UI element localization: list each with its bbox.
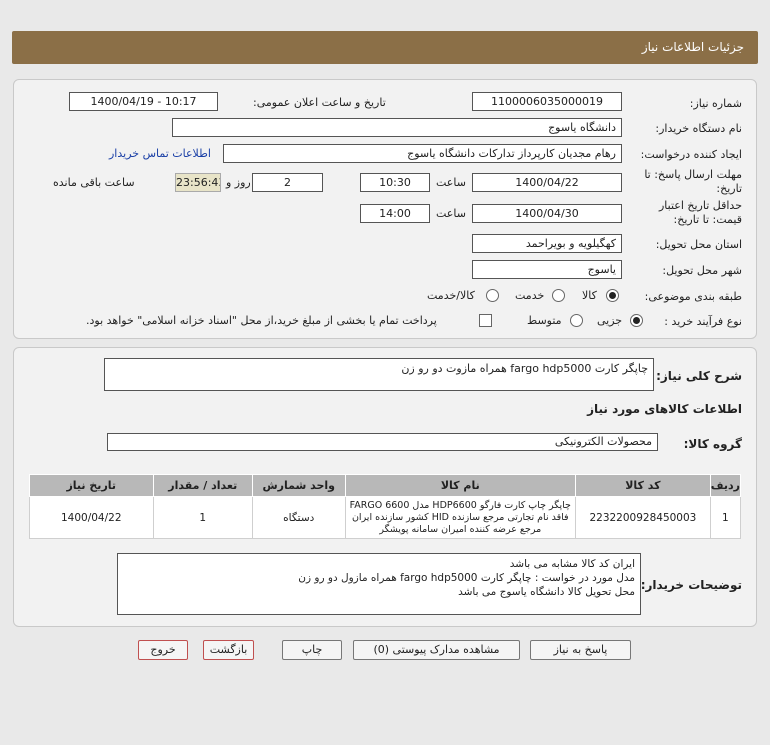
- cell-date: 1400/04/22: [29, 496, 154, 539]
- process-option-medium: متوسط: [527, 314, 562, 327]
- summary-field: چاپگر کارت fargo hdp5000 همراه مازوت دو …: [104, 358, 654, 391]
- remaining-label: ساعت باقی مانده: [53, 176, 135, 189]
- category-option-service: خدمت: [515, 289, 545, 302]
- payment-note: پرداخت تمام یا بخشی از مبلغ خرید،از محل …: [86, 314, 437, 327]
- category-radio-service[interactable]: [552, 289, 565, 302]
- col-date: تاریخ نیاز: [29, 474, 154, 497]
- process-option-minor: جزیی: [597, 314, 623, 327]
- cell-row: 1: [709, 496, 742, 539]
- cell-code: 2232200928450003: [575, 496, 711, 539]
- province-field: کهگیلویه و بویراحمد: [472, 234, 622, 253]
- announce-field: 1400/04/19 - 10:17: [69, 92, 218, 111]
- notes-line-2: مدل مورد در خواست : چاپگر کارت fargo hdp…: [298, 572, 635, 584]
- category-option-both: کالا/خدمت: [427, 289, 475, 302]
- city-field: یاسوج: [472, 260, 622, 279]
- table-row: 1 2232200928450003 چاپگر چاپ کارت فارگو …: [29, 496, 742, 539]
- col-code: کد کالا: [575, 474, 711, 497]
- notes-box: ایران کد کالا مشابه می باشد مدل مورد در …: [117, 553, 641, 615]
- validity-label: حداقل تاریخ اعتبار قیمت: تا تاریخ:: [658, 199, 742, 226]
- need-number-label: شماره نیاز:: [689, 97, 742, 110]
- buyer-org-field: دانشگاه یاسوج: [172, 118, 622, 137]
- buyer-org-label: نام دستگاه خریدار:: [655, 122, 742, 135]
- notes-line-3: محل تحویل کالا دانشگاه یاسوج می باشد: [458, 586, 635, 598]
- province-label: استان محل تحویل:: [655, 238, 742, 251]
- goods-table: ردیف کد کالا نام کالا واحد شمارش تعداد /…: [29, 474, 742, 539]
- print-button[interactable]: چاپ: [282, 640, 342, 660]
- category-label: طبقه بندی موضوعی:: [644, 290, 742, 303]
- requester-field: رهام مجدیان کارپرداز تدارکات دانشگاه یاس…: [223, 144, 622, 163]
- deadline-time-field: 10:30: [360, 173, 430, 192]
- remaining-time-field: 23:56:43: [175, 173, 221, 192]
- cell-unit: دستگاه: [251, 496, 346, 539]
- notes-line-1: ایران کد کالا مشابه می باشد: [509, 558, 635, 570]
- process-label: نوع فرآیند خرید :: [664, 315, 742, 328]
- treasury-checkbox[interactable]: [479, 314, 492, 327]
- goods-group-label: گروه کالا:: [683, 437, 742, 451]
- category-radio-both[interactable]: [486, 289, 499, 302]
- process-radio-minor[interactable]: [630, 314, 643, 327]
- back-button[interactable]: بازگشت: [203, 640, 254, 660]
- col-name: نام کالا: [344, 474, 577, 497]
- page-header: جزئیات اطلاعات نیاز: [12, 31, 758, 64]
- validity-hour-label: ساعت: [436, 207, 466, 220]
- days-field: 2: [252, 173, 323, 192]
- deadline-hour-label: ساعت: [436, 176, 466, 189]
- exit-button[interactable]: خروج: [138, 640, 188, 660]
- summary-label: شرح کلی نیاز:: [656, 369, 742, 383]
- deadline-date-field: 1400/04/22: [472, 173, 622, 192]
- requester-label: ایجاد کننده درخواست:: [640, 148, 742, 161]
- col-qty: تعداد / مقدار: [152, 474, 253, 497]
- attachments-button[interactable]: مشاهده مدارک پیوستی (0): [353, 640, 520, 660]
- category-option-goods: کالا: [582, 289, 597, 302]
- goods-table-header: ردیف کد کالا نام کالا واحد شمارش تعداد /…: [29, 474, 742, 497]
- reply-button[interactable]: پاسخ به نیاز: [530, 640, 631, 660]
- validity-date-field: 1400/04/30: [472, 204, 622, 223]
- announce-label: تاریخ و ساعت اعلان عمومی:: [253, 96, 386, 109]
- cell-name: چاپگر چاپ کارت فارگو HDP6600 مدل FARGO 6…: [344, 496, 577, 539]
- days-label: روز و: [226, 176, 251, 189]
- validity-time-field: 14:00: [360, 204, 430, 223]
- deadline-label: مهلت ارسال پاسخ: تا تاریخ:: [644, 168, 742, 195]
- col-unit: واحد شمارش: [251, 474, 346, 497]
- goods-section-title: اطلاعات کالاهای مورد نیاز: [587, 402, 742, 416]
- notes-label: توضیحات خریدار:: [640, 578, 742, 592]
- col-row: ردیف: [709, 474, 742, 497]
- cell-qty: 1: [152, 496, 253, 539]
- contact-link[interactable]: اطلاعات تماس خریدار: [109, 147, 211, 160]
- category-radio-goods[interactable]: [606, 289, 619, 302]
- goods-group-field: محصولات الکترونیکی: [107, 433, 658, 451]
- process-radio-medium[interactable]: [570, 314, 583, 327]
- city-label: شهر محل تحویل:: [662, 264, 742, 277]
- page-title: جزئیات اطلاعات نیاز: [641, 40, 744, 54]
- need-number-field: 1100006035000019: [472, 92, 622, 111]
